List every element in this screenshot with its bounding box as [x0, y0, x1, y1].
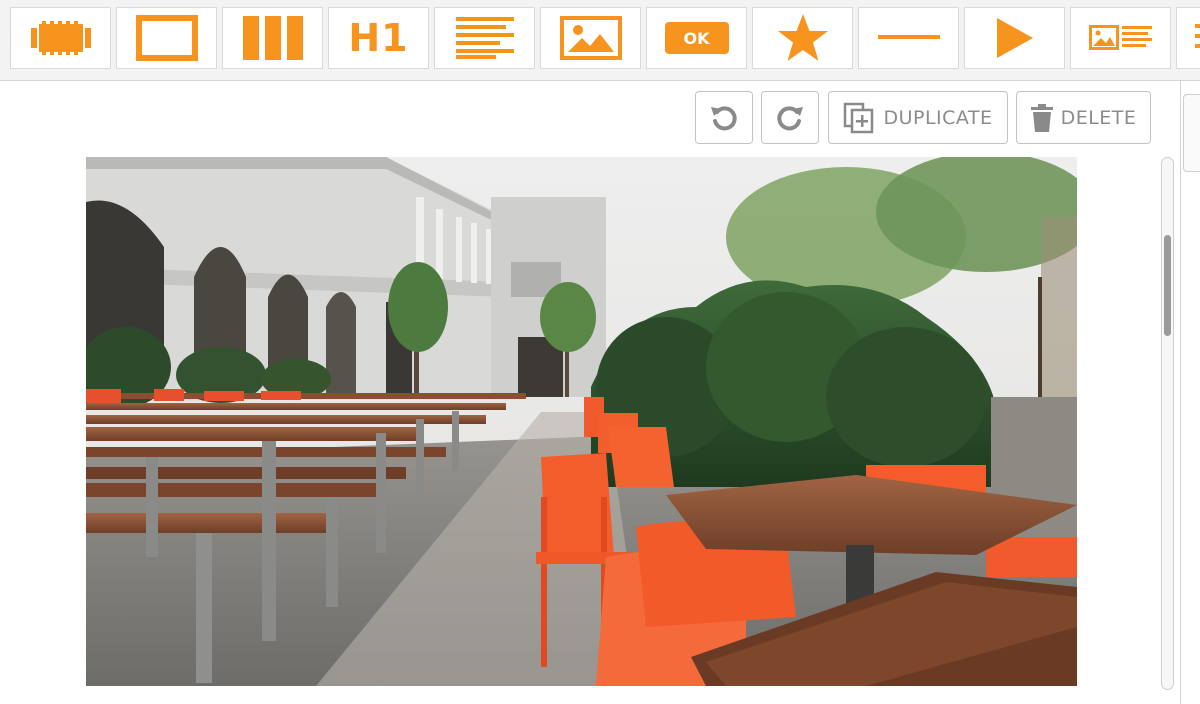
text-lines-icon: [1195, 24, 1200, 48]
star-icon: [777, 14, 828, 61]
heading-icon: H1: [348, 16, 409, 60]
duplicate-icon: [844, 102, 874, 133]
duplicate-button[interactable]: DUPLICATE: [828, 91, 1008, 144]
play-icon: [996, 18, 1033, 58]
undo-button[interactable]: [695, 91, 753, 144]
divider-icon: [877, 35, 940, 39]
image-text-icon: [1088, 25, 1152, 50]
video-block-tool[interactable]: [964, 7, 1065, 69]
film-strip-icon: [30, 21, 91, 55]
image-text-block-tool[interactable]: [1070, 7, 1171, 69]
section-block-tool[interactable]: [10, 7, 111, 69]
photo-illustration: [86, 157, 1077, 686]
columns-icon: [242, 16, 303, 60]
delete-button[interactable]: DELETE: [1016, 91, 1151, 144]
rectangle-icon: [135, 15, 198, 61]
scrollbar-thumb[interactable]: [1164, 235, 1171, 336]
redo-button[interactable]: [761, 91, 819, 144]
duplicate-label: DUPLICATE: [883, 106, 993, 129]
text-block-tool[interactable]: [434, 7, 535, 69]
divider-block-tool[interactable]: [858, 7, 959, 69]
button-icon: OK: [664, 22, 729, 54]
image-block-tool[interactable]: [540, 7, 641, 69]
columns-block-tool[interactable]: [222, 7, 323, 69]
image-icon: [559, 16, 622, 60]
outdoor-cafe-photo[interactable]: [86, 157, 1077, 686]
properties-panel-toggle[interactable]: [1183, 94, 1200, 172]
heading-block-tool[interactable]: H1: [328, 7, 429, 69]
more-block-tool[interactable]: [1176, 7, 1200, 69]
properties-panel-divider: [1180, 80, 1181, 704]
undo-icon: [711, 105, 737, 130]
redo-icon: [777, 105, 803, 130]
trash-icon: [1030, 103, 1053, 132]
button-block-tool[interactable]: OK: [646, 7, 747, 69]
canvas-scrollbar[interactable]: [1161, 157, 1174, 690]
block-toolbar: H1 OK: [0, 0, 1200, 81]
text-lines-icon: [455, 17, 514, 59]
icon-block-tool[interactable]: [752, 7, 853, 69]
delete-label: DELETE: [1060, 106, 1137, 129]
container-block-tool[interactable]: [116, 7, 217, 69]
